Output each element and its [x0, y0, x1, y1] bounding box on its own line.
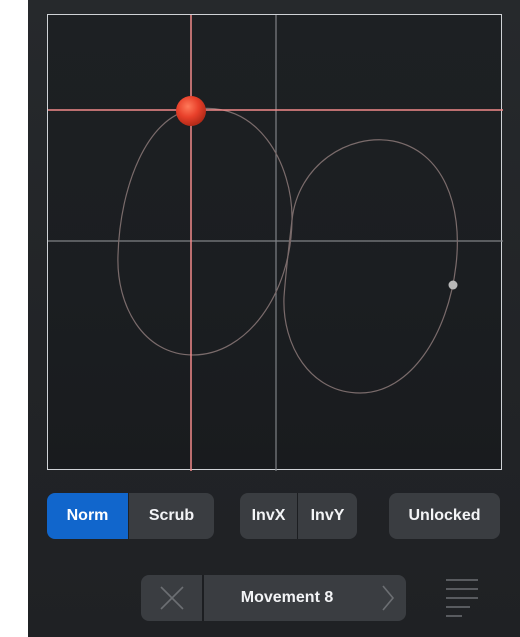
lock-toggle-button[interactable]: Unlocked [389, 493, 500, 539]
chevron-right-icon [382, 585, 395, 611]
clear-movement-button[interactable] [141, 575, 202, 621]
xy-handle [176, 96, 206, 126]
xy-pad-canvas [48, 15, 503, 471]
xy-pad[interactable] [47, 14, 503, 471]
menu-button[interactable] [444, 576, 480, 620]
invert-y-button[interactable]: InvY [297, 493, 357, 539]
hamburger-menu-icon [446, 579, 478, 617]
movement-navigator: Movement 8 [141, 575, 406, 621]
path-end-point [448, 280, 458, 290]
movement-title: Movement 8 [240, 589, 334, 606]
scrub-button[interactable]: Scrub [129, 493, 214, 539]
close-icon [159, 586, 184, 610]
next-movement-button[interactable] [370, 575, 406, 621]
invert-x-button[interactable]: InvX [240, 493, 297, 539]
movement-path [117, 107, 293, 356]
movement-path-right [283, 139, 458, 394]
norm-button[interactable]: Norm [47, 493, 128, 539]
